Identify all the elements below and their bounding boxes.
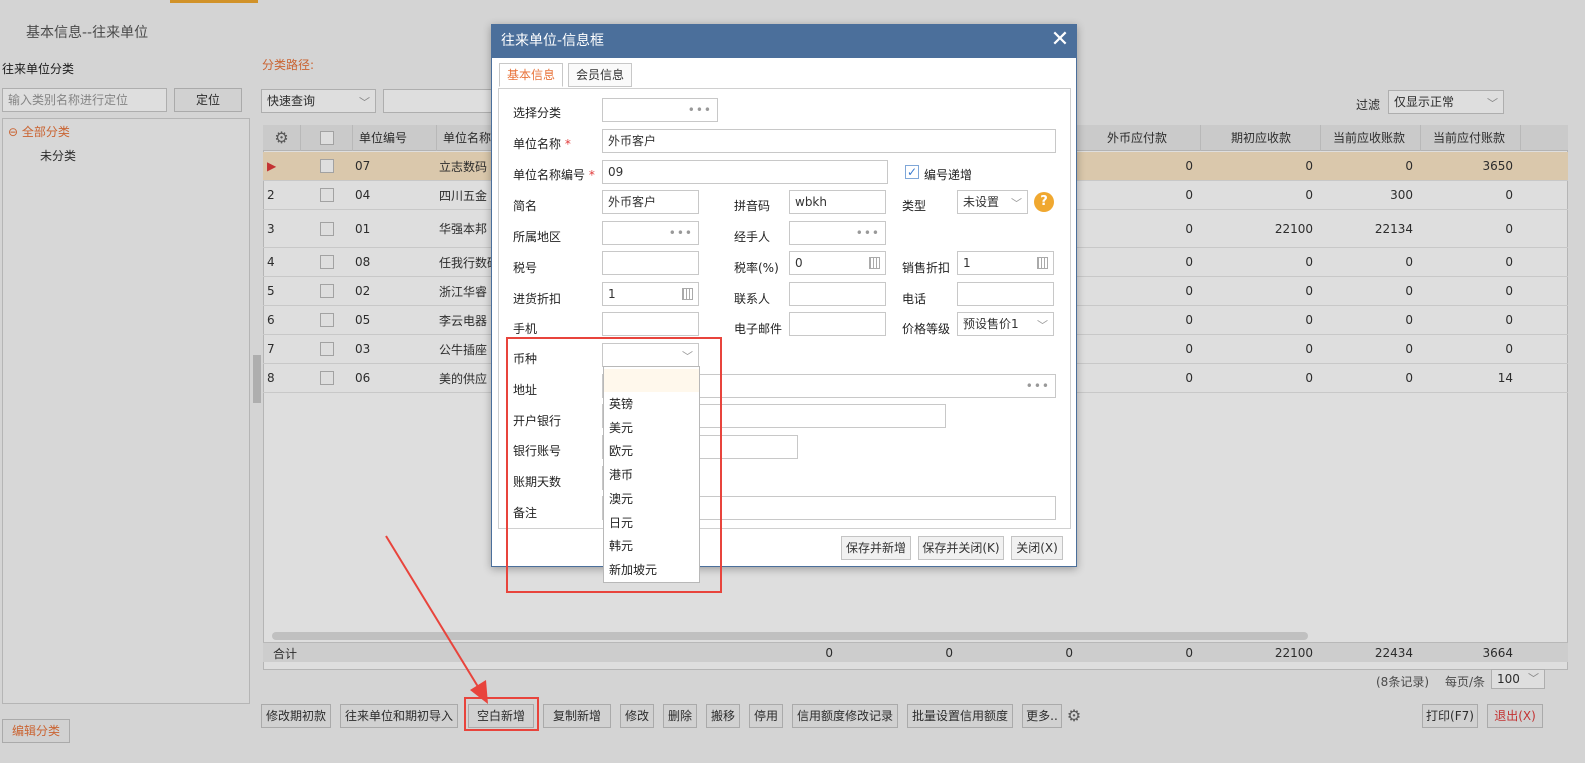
pinyin-label: 拼音码 [734, 199, 771, 213]
calculator-icon[interactable] [869, 257, 880, 269]
dialog-title: 往来单位-信息框 [491, 24, 1077, 58]
tax-no-label: 税号 [513, 261, 538, 275]
more-icon[interactable]: ••• [669, 222, 693, 244]
auto-increment-label: 编号递增 [924, 168, 973, 182]
category-label: 选择分类 [513, 106, 562, 120]
tax-rate-input[interactable]: 0 [789, 251, 886, 275]
region-picker[interactable]: ••• [602, 221, 699, 245]
chevron-down-icon: ﹀ [1037, 319, 1048, 332]
tab-member-info[interactable]: 会员信息 [568, 63, 632, 87]
calculator-icon[interactable] [682, 288, 693, 300]
more-icon[interactable]: ••• [688, 99, 712, 121]
handler-picker[interactable]: ••• [789, 221, 886, 245]
pinyin-input[interactable]: wbkh [789, 190, 886, 214]
contact-input[interactable] [789, 282, 886, 306]
tax-no-input[interactable] [602, 251, 699, 275]
calculator-icon[interactable] [1037, 257, 1048, 269]
chevron-down-icon: ﹀ [1011, 197, 1022, 210]
close-icon[interactable]: ✕ [1048, 28, 1072, 52]
region-label: 所属地区 [513, 230, 562, 244]
unit-code-input[interactable]: 09 [602, 160, 888, 184]
tab-basic-info[interactable]: 基本信息 [499, 63, 563, 87]
handler-label: 经手人 [734, 230, 771, 244]
phone-label: 电话 [902, 292, 927, 306]
mobile-label: 手机 [513, 322, 538, 336]
short-name-input[interactable]: 外币客户 [602, 190, 699, 214]
category-picker[interactable]: ••• [602, 98, 718, 122]
email-input[interactable] [789, 312, 886, 336]
unit-name-input[interactable]: 外币客户 [602, 129, 1056, 153]
more-icon[interactable]: ••• [1026, 375, 1050, 397]
dialog-close-button[interactable]: 关闭(X) [1011, 536, 1063, 560]
type-label: 类型 [902, 199, 927, 213]
price-level-select[interactable]: 预设售价1 ﹀ [957, 312, 1054, 336]
email-label: 电子邮件 [734, 322, 783, 336]
save-and-new-button[interactable]: 保存并新增 [841, 536, 911, 560]
arrow-annotation-icon [385, 535, 488, 704]
unit-code-label: 单位名称编号 * [513, 168, 595, 182]
contact-label: 联系人 [734, 292, 771, 306]
unit-name-label: 单位名称 * [513, 137, 571, 151]
phone-input[interactable] [957, 282, 1054, 306]
tax-rate-label: 税率(%) [734, 261, 779, 275]
save-and-close-button[interactable]: 保存并关闭(K) [918, 536, 1004, 560]
mobile-input[interactable] [602, 312, 699, 336]
price-level-label: 价格等级 [902, 322, 951, 336]
highlight-box-currency [506, 337, 722, 593]
help-icon[interactable]: ? [1034, 192, 1054, 212]
auto-increment-checkbox[interactable]: ✓ [905, 165, 919, 179]
purchase-discount-label: 进货折扣 [513, 292, 562, 306]
purchase-discount-input[interactable]: 1 [602, 282, 699, 306]
sales-discount-input[interactable]: 1 [957, 251, 1054, 275]
type-select[interactable]: 未设置 ﹀ [957, 190, 1028, 214]
sales-discount-label: 销售折扣 [902, 261, 951, 275]
short-name-label: 简名 [513, 199, 538, 213]
more-icon[interactable]: ••• [856, 222, 880, 244]
